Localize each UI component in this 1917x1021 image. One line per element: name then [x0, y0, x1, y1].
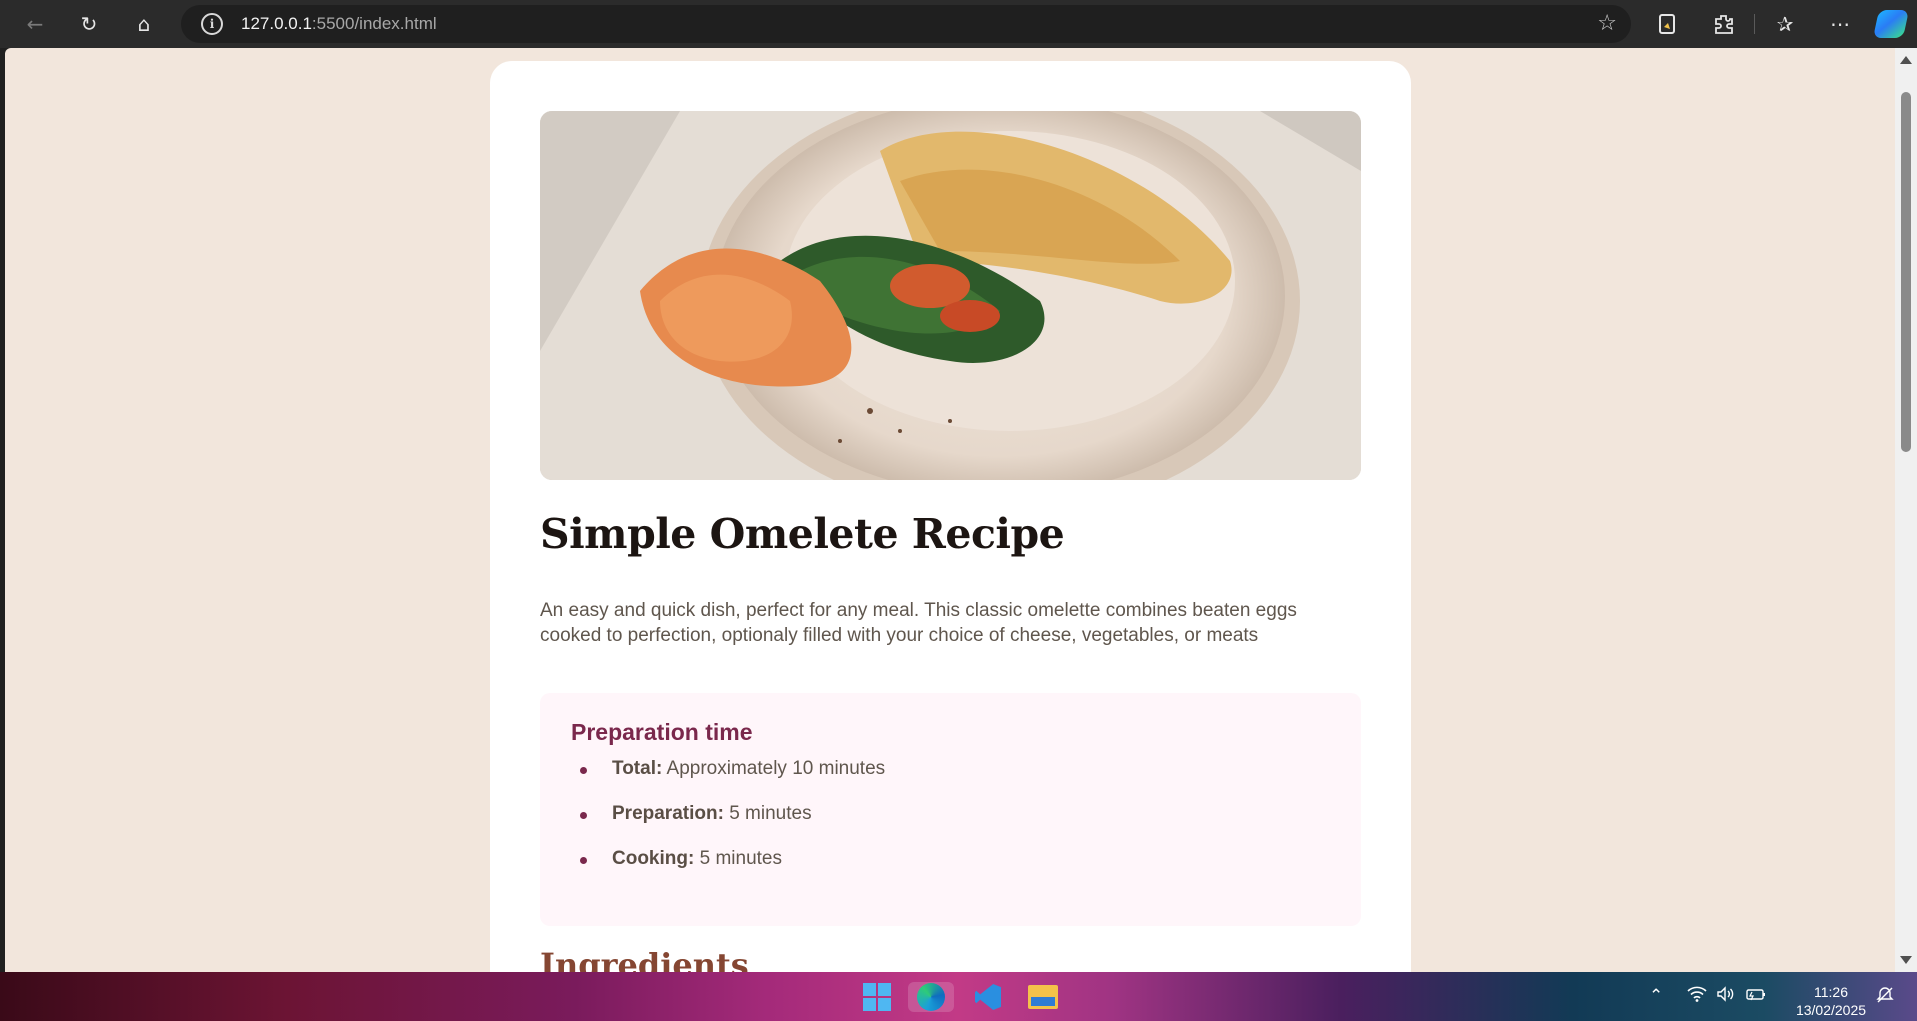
bullet-icon [580, 812, 587, 819]
edge-icon[interactable] [908, 982, 954, 1012]
windows-start-icon[interactable] [861, 982, 893, 1012]
list-item: Preparation: 5 minutes [571, 803, 1330, 829]
wifi-icon[interactable] [1687, 986, 1707, 1007]
page-viewport: Simple Omelete Recipe An easy and quick … [5, 48, 1895, 972]
chevron-up-icon[interactable]: ⌃ [1649, 986, 1663, 1006]
omelette-image [540, 111, 1361, 480]
list-item: Total: Approximately 10 minutes [571, 758, 1330, 784]
preparation-title: Preparation time [571, 719, 753, 745]
toolbar-separator [1754, 14, 1755, 34]
bullet-icon [580, 767, 587, 774]
vscode-icon[interactable] [972, 982, 1004, 1012]
more-icon[interactable]: ⋯ [1822, 8, 1858, 40]
recipe-title: Simple Omelete Recipe [540, 510, 1065, 558]
recipe-description: An easy and quick dish, perfect for any … [540, 600, 1297, 646]
taskbar-clock[interactable]: 11:26 13/02/2025 [1786, 983, 1876, 1019]
volume-icon[interactable] [1716, 986, 1736, 1007]
url-path: :5500/index.html [311, 14, 437, 33]
reload-icon[interactable]: ↻ [71, 8, 107, 40]
scroll-up-icon[interactable] [1900, 56, 1912, 64]
prep-value: 5 minutes [699, 848, 782, 869]
battery-icon[interactable] [1745, 986, 1767, 1007]
scroll-down-icon[interactable] [1900, 956, 1912, 964]
clock-time: 11:26 [1814, 984, 1848, 1000]
prep-value: 5 minutes [729, 803, 812, 824]
prep-label: Total: [612, 758, 663, 779]
extensions-icon[interactable] [1706, 8, 1742, 40]
url-host: 127.0.0.1 [241, 14, 312, 33]
recipe-card: Simple Omelete Recipe An easy and quick … [490, 61, 1411, 972]
favorites-icon[interactable]: ✰ [1767, 8, 1803, 40]
back-arrow-icon[interactable]: ← [17, 8, 53, 40]
address-bar[interactable]: i 127.0.0.1:5500/index.html ☆ [181, 5, 1631, 43]
ingredients-title: Ingredients [540, 946, 749, 972]
site-info-icon[interactable]: i [201, 13, 223, 35]
clock-date: 13/02/2025 [1795, 1002, 1867, 1018]
collections-icon[interactable] [1649, 8, 1685, 40]
prep-value: Approximately 10 minutes [666, 758, 886, 779]
scroll-thumb[interactable] [1901, 92, 1911, 452]
notification-icon[interactable] [1876, 986, 1894, 1009]
url-text[interactable]: 127.0.0.1:5500/index.html [241, 14, 437, 34]
preparation-section: Preparation time Total: Approximately 10… [540, 693, 1361, 926]
prep-label: Preparation: [612, 803, 724, 824]
prep-label: Cooking: [612, 848, 695, 869]
home-icon[interactable]: ⌂ [126, 8, 162, 40]
browser-toolbar: ← ↻ ⌂ i 127.0.0.1:5500/index.html ☆ ✰ ⋯ [0, 0, 1917, 48]
bullet-icon [580, 857, 587, 864]
vertical-scrollbar[interactable] [1895, 48, 1917, 972]
copilot-icon[interactable] [1873, 10, 1909, 38]
star-icon[interactable]: ☆ [1597, 11, 1617, 36]
taskbar: ⌃ [0, 972, 1917, 1021]
preparation-list: Total: Approximately 10 minutes Preparat… [571, 758, 1330, 874]
file-explorer-icon[interactable] [1027, 982, 1059, 1012]
list-item: Cooking: 5 minutes [571, 848, 1330, 874]
